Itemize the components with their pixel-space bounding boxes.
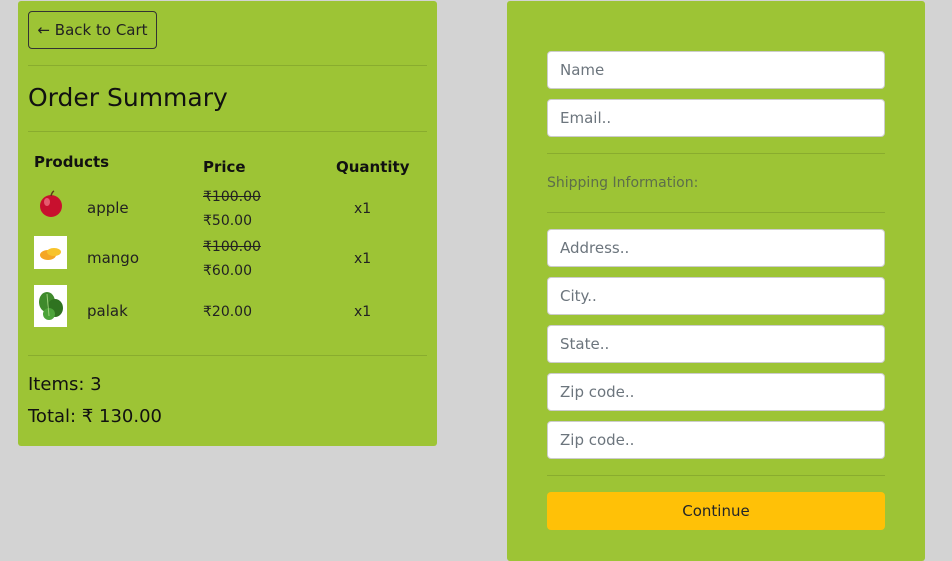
checkout-form-panel: Shipping Information: Continue (507, 1, 925, 561)
original-price: ₹100.00 (203, 239, 261, 255)
quantity-value: x1 (354, 251, 372, 267)
quantity-value: x1 (354, 304, 372, 320)
items-count: Items: 3 (28, 374, 102, 395)
continue-button[interactable]: Continue (547, 492, 885, 530)
divider (547, 475, 885, 476)
sale-price: ₹50.00 (203, 213, 252, 229)
order-total: Total: ₹ 130.00 (28, 406, 162, 427)
order-summary-title: Order Summary (28, 83, 228, 112)
name-field[interactable] (547, 51, 885, 89)
address-field[interactable] (547, 229, 885, 267)
product-name: mango (87, 249, 140, 267)
divider (547, 212, 885, 213)
state-field[interactable] (547, 325, 885, 363)
product-name: apple (87, 199, 129, 217)
palak-image (34, 285, 67, 327)
divider (28, 65, 427, 66)
zip-code-field-2[interactable] (547, 421, 885, 459)
back-to-cart-button[interactable]: ← Back to Cart (28, 11, 157, 49)
email-field[interactable] (547, 99, 885, 137)
divider (547, 153, 885, 154)
sale-price: ₹60.00 (203, 263, 252, 279)
shipping-information-label: Shipping Information: (547, 175, 699, 191)
product-name: palak (87, 302, 128, 320)
divider (28, 131, 427, 132)
sale-price: ₹20.00 (203, 304, 252, 320)
original-price: ₹100.00 (203, 189, 261, 205)
price-column-header: Price (203, 158, 246, 176)
mango-image (34, 236, 67, 269)
zip-code-field[interactable] (547, 373, 885, 411)
products-column-header: Products (34, 153, 110, 171)
quantity-value: x1 (354, 201, 372, 217)
apple-image (34, 187, 67, 220)
order-summary-panel: ← Back to Cart Order Summary Products Pr… (18, 1, 437, 446)
city-field[interactable] (547, 277, 885, 315)
quantity-column-header: Quantity (336, 158, 410, 176)
divider (28, 355, 427, 356)
